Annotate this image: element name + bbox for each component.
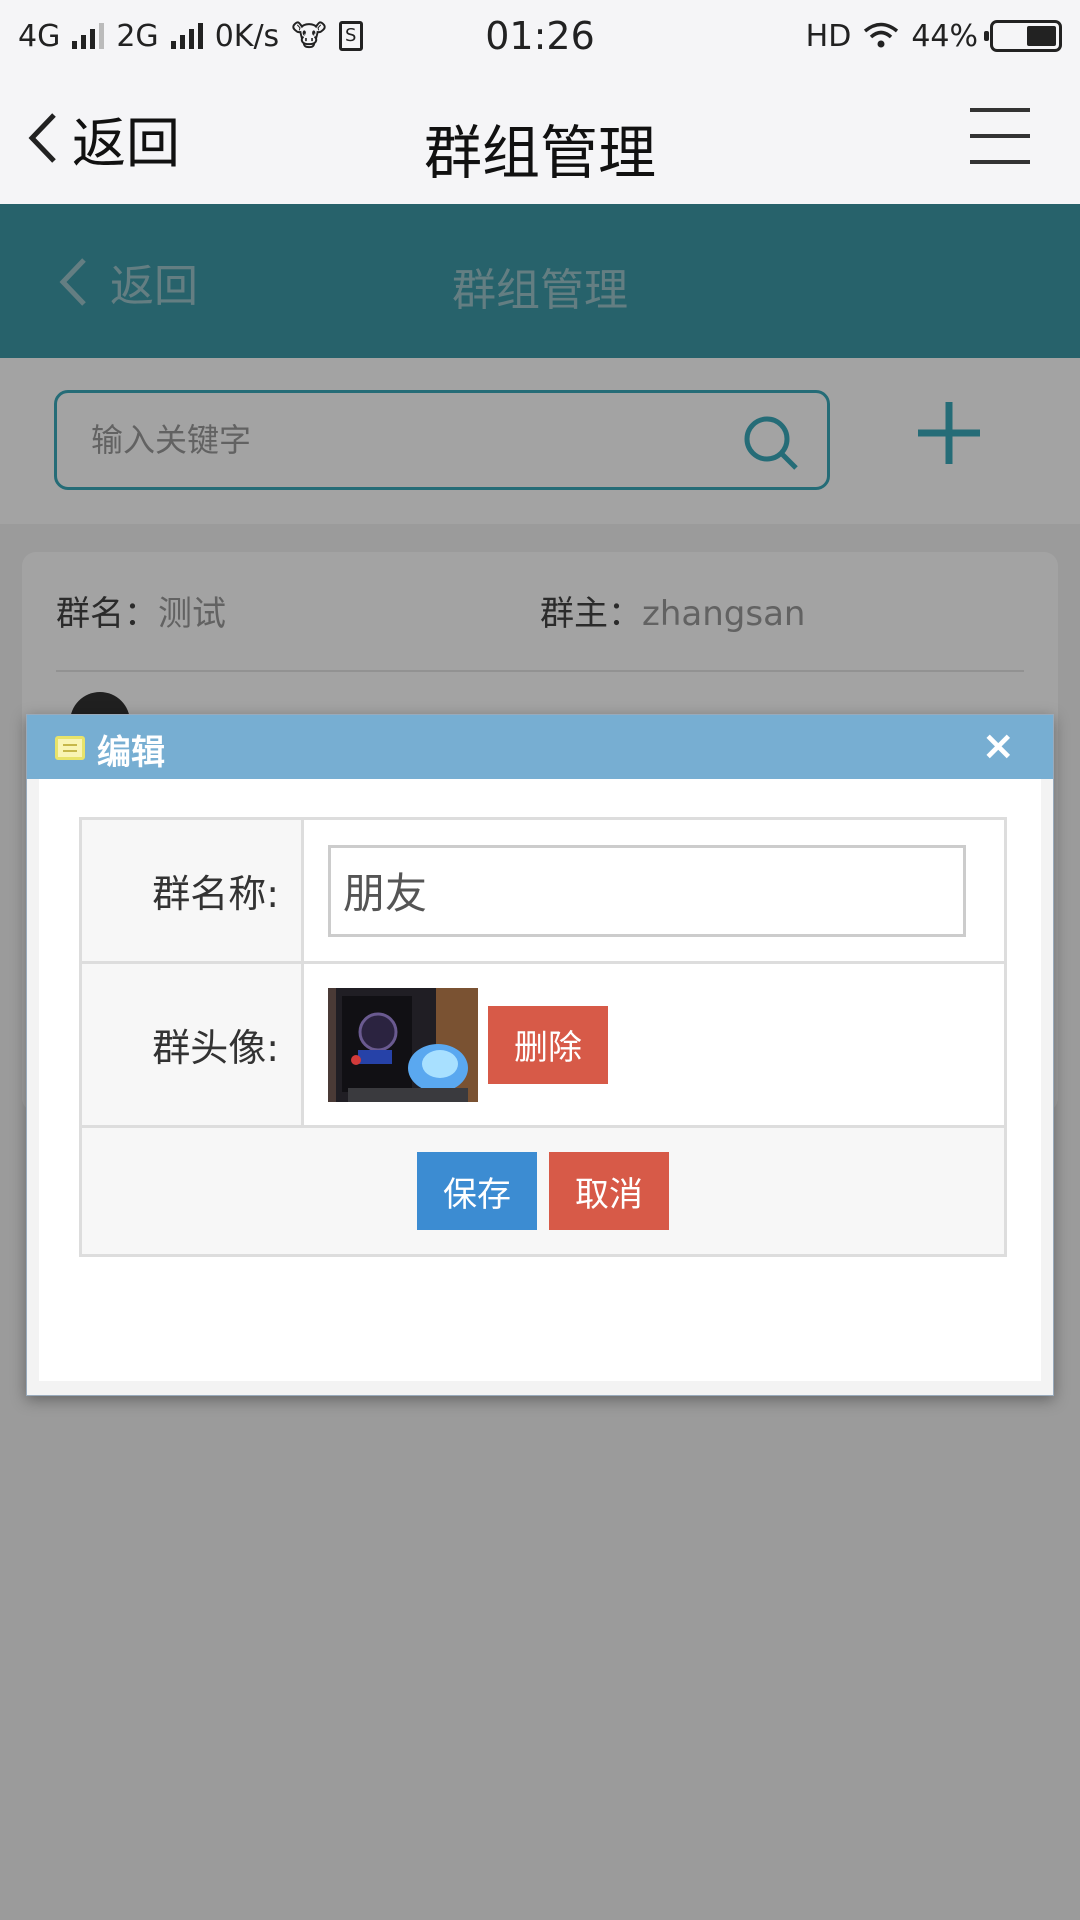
group-avatar-field-label: 群头像: (82, 964, 304, 1125)
menu-icon (970, 108, 1030, 112)
form-row-avatar: 群头像: 删除 (82, 964, 1004, 1128)
hd-indicator: HD (805, 18, 852, 54)
dialog-title: 编辑 (97, 733, 165, 773)
status-bar: 4G 2G 0K/s 🐮 S 01:26 HD 44% (0, 0, 1080, 72)
edit-icon (55, 736, 85, 760)
close-icon[interactable]: × (981, 723, 1015, 769)
wifi-icon (864, 22, 899, 48)
dialog-body: 群名称: 群头像: (39, 779, 1041, 1381)
network-type-2: 2G (116, 18, 159, 54)
signal-icon-2 (170, 23, 203, 49)
app-notification-icon: 🐮 (291, 18, 327, 54)
form-row-name: 群名称: (82, 820, 1004, 964)
delete-avatar-button[interactable]: 删除 (488, 1005, 608, 1084)
sim-icon: S (338, 21, 363, 51)
page-title: 群组管理 (423, 119, 656, 187)
network-type-1: 4G (18, 18, 61, 54)
app-navbar: 返回 群组管理 (0, 72, 1080, 204)
dialog-header: 编辑 × (27, 715, 1053, 779)
group-name-input[interactable] (328, 844, 966, 937)
form-row-actions: 保存 取消 (82, 1128, 1004, 1254)
signal-icon (72, 23, 105, 49)
battery-icon (984, 20, 1062, 52)
battery-percent: 44% (911, 18, 978, 54)
group-avatar-image (328, 987, 478, 1102)
edit-form: 群名称: 群头像: (79, 817, 1007, 1257)
network-speed: 0K/s (214, 18, 280, 54)
edit-dialog: 编辑 × 群名称: 群头像: (26, 714, 1054, 1396)
save-button[interactable]: 保存 (417, 1152, 537, 1230)
menu-button[interactable] (970, 108, 1030, 164)
cancel-button[interactable]: 取消 (549, 1152, 669, 1230)
group-name-field-label: 群名称: (82, 820, 304, 961)
